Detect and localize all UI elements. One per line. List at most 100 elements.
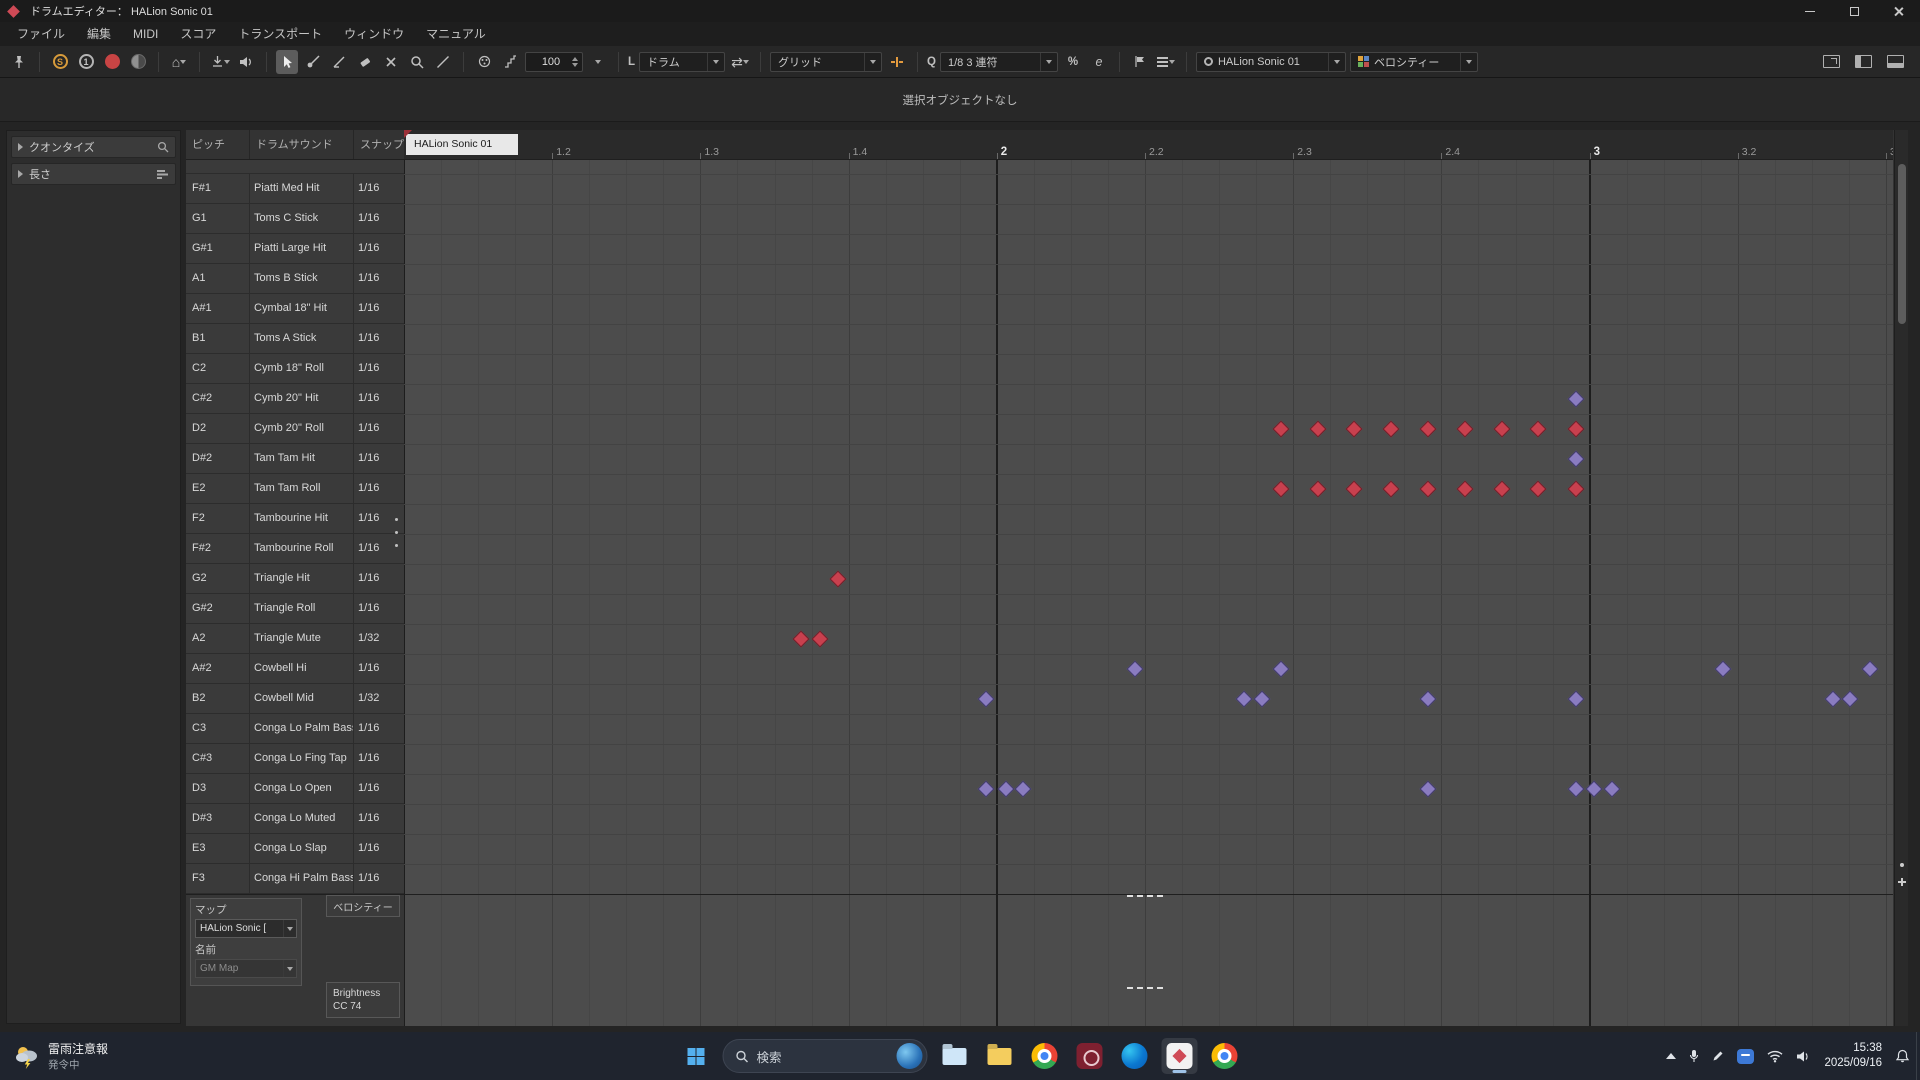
microphone-icon[interactable] (1689, 1049, 1699, 1063)
select-tool-button[interactable] (276, 50, 298, 74)
note-B2[interactable] (1420, 691, 1437, 708)
select-arrow[interactable] (1328, 53, 1345, 71)
pen-icon[interactable] (1712, 1050, 1724, 1062)
snap-cell[interactable]: 1/32 (354, 624, 404, 653)
sound-cell[interactable]: Triangle Roll (250, 594, 354, 623)
note-E2[interactable] (1568, 481, 1585, 498)
drum-row-F#1[interactable]: F#1Piatti Med Hit1/16 (186, 174, 404, 204)
snap-cell[interactable]: 1/16 (354, 384, 404, 413)
volume-icon[interactable] (1796, 1050, 1811, 1063)
sound-cell[interactable]: Conga Lo Slap (250, 834, 354, 863)
snap-cell[interactable]: 1/16 (354, 444, 404, 473)
open-in-window-button[interactable] (1820, 50, 1842, 74)
note-D3[interactable] (1568, 781, 1585, 798)
left-zone-button[interactable] (1852, 50, 1874, 74)
drum-row-F#2[interactable]: F#2Tambourine Roll1/16 (186, 534, 404, 564)
minimize-button[interactable] (1788, 0, 1832, 22)
zoom-tool-button[interactable] (406, 50, 428, 74)
note-A#2[interactable] (1714, 661, 1731, 678)
note-D3[interactable] (978, 781, 995, 798)
drum-row-E2[interactable]: E2Tam Tam Roll1/16 (186, 474, 404, 504)
sound-cell[interactable]: Tambourine Roll (250, 534, 354, 563)
inspector-section-length[interactable]: 長さ (11, 163, 176, 185)
pitch-cell[interactable]: F3 (186, 864, 250, 893)
sound-cell[interactable]: Piatti Med Hit (250, 174, 354, 203)
pitch-cell[interactable]: A#2 (186, 654, 250, 683)
note-B2[interactable] (1824, 691, 1841, 708)
snap-cell[interactable]: 1/16 (354, 834, 404, 863)
note-D2[interactable] (1494, 421, 1511, 438)
vertical-scrollbar[interactable] (1894, 130, 1908, 1026)
snap-cell[interactable]: 1/16 (354, 474, 404, 503)
note-D2[interactable] (1529, 421, 1546, 438)
solo-button[interactable]: S (49, 50, 71, 74)
note-D2[interactable] (1310, 421, 1327, 438)
acoustic-feedback-button[interactable] (235, 50, 257, 74)
drum-row-A#1[interactable]: A#1Cymbal 18" Hit1/16 (186, 294, 404, 324)
note-C#2[interactable] (1568, 391, 1585, 408)
sound-cell[interactable]: Cymb 20" Hit (250, 384, 354, 413)
pitch-cell[interactable]: A#1 (186, 294, 250, 323)
sound-cell[interactable]: Cymb 20" Roll (250, 414, 354, 443)
sound-cell[interactable]: Tam Tam Hit (250, 444, 354, 473)
select-arrow[interactable] (1460, 53, 1477, 71)
sound-cell[interactable]: Triangle Mute (250, 624, 354, 653)
note-B2[interactable] (978, 691, 995, 708)
pitch-column-header[interactable]: ピッチ (186, 130, 250, 159)
select-arrow[interactable] (864, 53, 881, 71)
pitch-cell[interactable]: E3 (186, 834, 250, 863)
menu-item-1[interactable]: 編集 (76, 22, 122, 46)
snap-cell[interactable]: 1/16 (354, 174, 404, 203)
controller-lane-tab[interactable]: ベロシティー (326, 895, 400, 917)
snap-type-select[interactable]: グリッド (770, 52, 882, 72)
snap-cell[interactable]: 1/16 (354, 264, 404, 293)
splitter-handle[interactable] (395, 518, 399, 557)
snap-cell[interactable]: 1/16 (354, 564, 404, 593)
note-D3[interactable] (1603, 781, 1620, 798)
sound-cell[interactable]: Cymbal 18" Hit (250, 294, 354, 323)
snap-cell[interactable]: 1/16 (354, 324, 404, 353)
controller-cc-tab[interactable]: Brightness CC 74 (326, 982, 400, 1018)
map-name-select[interactable]: GM Map (195, 959, 297, 978)
note-E2[interactable] (1310, 481, 1327, 498)
step-input-button[interactable] (499, 50, 521, 74)
chat-icon[interactable] (1737, 1049, 1754, 1064)
pitch-cell[interactable]: A2 (186, 624, 250, 653)
snap-cell[interactable]: 1/16 (354, 654, 404, 683)
drum-row-F3[interactable]: F3Conga Hi Palm Bass1/16 (186, 864, 404, 894)
snap-cell[interactable]: 1/16 (354, 234, 404, 263)
velocity-menu-button[interactable] (587, 50, 609, 74)
note-B2[interactable] (1568, 691, 1585, 708)
menu-item-2[interactable]: MIDI (122, 22, 169, 46)
pitch-cell[interactable]: C#2 (186, 384, 250, 413)
note-E2[interactable] (1345, 481, 1362, 498)
note-grid[interactable] (404, 160, 1893, 894)
pitch-cell[interactable]: C2 (186, 354, 250, 383)
sound-cell[interactable]: Tam Tam Roll (250, 474, 354, 503)
part-flag-button[interactable] (1129, 50, 1151, 74)
drum-row-C3[interactable]: C3Conga Lo Palm Bass1/16 (186, 714, 404, 744)
drum-row-D2[interactable]: D2Cymb 20" Roll1/16 (186, 414, 404, 444)
close-button[interactable] (1876, 0, 1920, 22)
record-button[interactable] (101, 50, 123, 74)
note-D2[interactable] (1457, 421, 1474, 438)
snap-cell[interactable]: 1/16 (354, 414, 404, 443)
snap-cell[interactable]: 1/32 (354, 684, 404, 713)
snap-cell[interactable]: 1/16 (354, 804, 404, 833)
note-D2[interactable] (1383, 421, 1400, 438)
snap-cell[interactable]: 1/16 (354, 864, 404, 893)
note-D2[interactable] (1345, 421, 1362, 438)
note-B2[interactable] (1842, 691, 1859, 708)
snap-cell[interactable]: 1/16 (354, 354, 404, 383)
sound-cell[interactable]: Cowbell Hi (250, 654, 354, 683)
drum-row-A1[interactable]: A1Toms B Stick1/16 (186, 264, 404, 294)
note-E2[interactable] (1273, 481, 1290, 498)
event-color-select[interactable]: ベロシティー (1350, 52, 1478, 72)
snap-cell[interactable]: 1/16 (354, 714, 404, 743)
note-A2[interactable] (812, 631, 829, 648)
note-length-select[interactable]: ドラム (639, 52, 725, 72)
drum-row-E3[interactable]: E3Conga Lo Slap1/16 (186, 834, 404, 864)
drum-row-D#2[interactable]: D#2Tam Tam Hit1/16 (186, 444, 404, 474)
drum-row-C#2[interactable]: C#2Cymb 20" Hit1/16 (186, 384, 404, 414)
notification-bell-icon[interactable] (1895, 1049, 1910, 1064)
